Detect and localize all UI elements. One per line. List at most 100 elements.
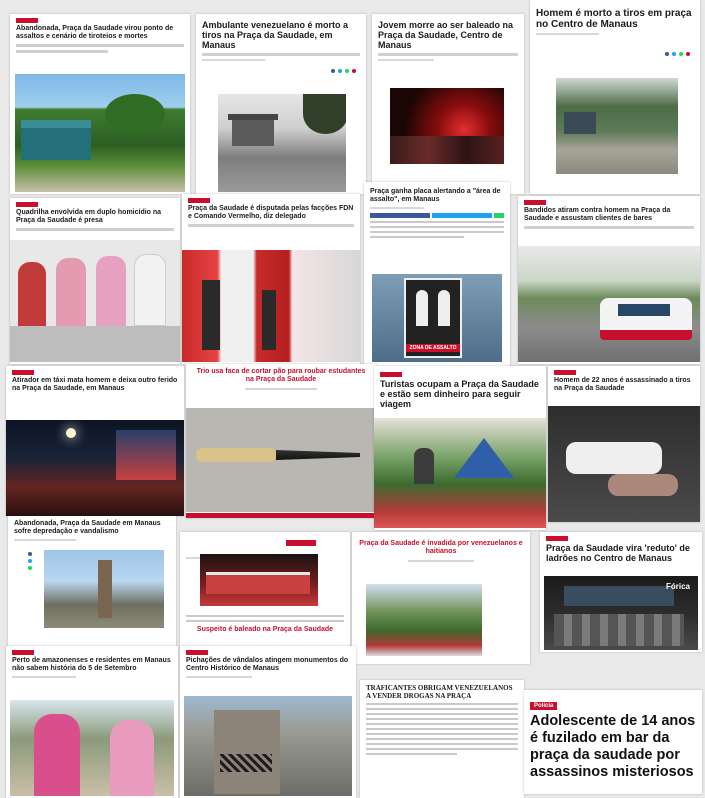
article-headline[interactable]: Ambulante venezuelano é morto a tiros na… <box>202 20 360 50</box>
article-photo <box>44 550 164 628</box>
article-meta <box>378 59 434 61</box>
article-photo <box>184 696 352 796</box>
twitter-icon[interactable] <box>28 559 32 563</box>
article-card-13[interactable]: Abandonada, Praça da Saudade em Manaus s… <box>8 516 176 646</box>
article-photo <box>182 250 360 362</box>
article-photo <box>6 420 184 516</box>
twitter-icon[interactable] <box>672 52 676 56</box>
body-line <box>366 718 518 720</box>
body-line <box>366 728 518 730</box>
whatsapp-icon[interactable] <box>679 52 683 56</box>
article-photo <box>10 700 174 796</box>
article-headline[interactable]: Praça ganha placa alertando a "área de a… <box>370 188 504 204</box>
article-headline[interactable]: Trio usa faca de cortar pão para roubar … <box>192 368 370 384</box>
facebook-icon[interactable] <box>665 52 669 56</box>
article-headline[interactable]: Bandidos atiram contra homem na Praça da… <box>524 207 694 223</box>
article-photo <box>218 94 346 192</box>
twitter-share-button[interactable] <box>432 213 492 218</box>
person-2 <box>56 258 86 326</box>
article-headline[interactable]: Homem é morto a tiros em praça no Centro… <box>536 8 694 30</box>
category-tag <box>16 202 38 207</box>
article-photo <box>186 408 376 512</box>
whatsapp-share-button[interactable] <box>494 213 504 218</box>
sign-text: ZONA DE ASSALTO <box>406 344 460 352</box>
article-headline[interactable]: Abandonada, Praça da Saudade virou ponto… <box>16 25 184 41</box>
article-card-2[interactable]: Ambulante venezuelano é morto a tiros na… <box>196 14 366 194</box>
bus-shape <box>206 572 310 594</box>
covered-body <box>566 442 662 474</box>
evidence-table <box>10 326 180 362</box>
article-card-10[interactable]: Trio usa faca de cortar pão para roubar … <box>186 364 376 518</box>
pinterest-icon[interactable] <box>352 69 356 73</box>
article-photo <box>556 78 678 174</box>
article-card-11[interactable]: Turistas ocupam a Praça da Saudade e est… <box>374 366 546 530</box>
article-card-16[interactable]: Praça da Saudade vira 'reduto' de ladrõe… <box>540 532 702 652</box>
person-3 <box>96 256 126 326</box>
article-headline[interactable]: Praça da Saudade vira 'reduto' de ladrõe… <box>546 543 696 563</box>
article-card-12[interactable]: Homem de 22 anos é assassinado a tiros n… <box>548 366 700 522</box>
article-card-7[interactable]: Praça ganha placa alertando a "área de a… <box>364 182 510 368</box>
article-headline[interactable]: Adolescente de 14 anos é fuzilado em bar… <box>530 713 696 781</box>
article-headline[interactable]: Turistas ocupam a Praça da Saudade e est… <box>380 379 540 409</box>
article-photo <box>366 584 482 656</box>
category-tag <box>16 18 38 23</box>
crowd-shape <box>554 614 684 646</box>
article-meta <box>14 539 77 541</box>
kiosk-building <box>21 120 91 160</box>
figure-icon <box>416 290 428 326</box>
article-card-14[interactable]: Suspeito é baleado na Praça da Saudade <box>180 532 350 646</box>
twitter-icon[interactable] <box>338 69 342 73</box>
article-card-19[interactable]: TRAFICANTES OBRIGAM VENEZUELANOS A VENDE… <box>360 680 524 798</box>
woman-2 <box>110 720 154 796</box>
article-card-1[interactable]: Abandonada, Praça da Saudade virou ponto… <box>10 14 190 194</box>
tent-shape <box>454 438 514 478</box>
article-subline <box>524 226 694 229</box>
article-headline[interactable]: Homem de 22 anos é assassinado a tiros n… <box>554 377 694 393</box>
article-headline[interactable]: Praça da Saudade é invadida por venezuel… <box>358 540 524 556</box>
article-card-9[interactable]: Atirador em táxi mata homem e deixa outr… <box>6 366 184 516</box>
body-line <box>366 713 518 715</box>
facebook-icon[interactable] <box>331 69 335 73</box>
article-photo <box>200 554 318 606</box>
body-line <box>366 708 518 710</box>
article-headline[interactable]: Jovem morre ao ser baleado na Praça da S… <box>378 20 518 50</box>
article-card-15[interactable]: Praça da Saudade é invadida por venezuel… <box>352 532 530 664</box>
article-card-3[interactable]: Jovem morre ao ser baleado na Praça da S… <box>372 14 524 194</box>
pinterest-icon[interactable] <box>686 52 690 56</box>
body-line <box>366 753 458 755</box>
share-bar[interactable] <box>370 213 504 218</box>
share-icons[interactable] <box>665 52 690 56</box>
article-card-6[interactable]: Praça da Saudade é disputada pelas facçõ… <box>182 194 360 364</box>
body-line <box>370 221 504 223</box>
article-headline[interactable]: Suspeito é baleado na Praça da Saudade <box>180 626 350 634</box>
car-window <box>618 304 670 316</box>
article-headline[interactable]: Quadrilha envolvida em duplo homicídio n… <box>16 209 174 225</box>
article-headline[interactable]: Abandonada, Praça da Saudade em Manaus s… <box>14 520 170 536</box>
article-card-5[interactable]: Quadrilha envolvida em duplo homicídio n… <box>10 198 180 364</box>
article-card-8[interactable]: Bandidos atiram contra homem na Praça da… <box>518 196 700 364</box>
graffiti <box>220 754 272 772</box>
whatsapp-icon[interactable] <box>28 566 32 570</box>
article-card-18[interactable]: Pichações de vândalos atingem monumentos… <box>180 646 356 798</box>
article-headline[interactable]: TRAFICANTES OBRIGAM VENEZUELANOS A VENDE… <box>366 684 518 700</box>
body-line <box>366 723 518 725</box>
article-headline[interactable]: Pichações de vândalos atingem monumentos… <box>186 657 350 673</box>
article-headline[interactable]: Praça da Saudade é disputada pelas facçõ… <box>188 205 354 221</box>
article-subline <box>16 228 174 231</box>
facebook-share-button[interactable] <box>370 213 430 218</box>
article-meta <box>536 33 600 35</box>
article-card-4[interactable]: Homem é morto a tiros em praça no Centro… <box>530 0 700 194</box>
share-icons[interactable] <box>331 69 356 73</box>
body-line <box>186 615 344 617</box>
article-card-17[interactable]: Perto de amazonenses e residentes em Man… <box>6 646 178 798</box>
article-headline[interactable]: Perto de amazonenses e residentes em Man… <box>12 657 172 673</box>
blurred-area <box>608 474 678 496</box>
article-card-20[interactable]: Polícia Adolescente de 14 anos é fuzilad… <box>524 690 702 794</box>
kiosk-body <box>232 120 274 146</box>
facebook-icon[interactable] <box>28 552 32 556</box>
share-icons-vertical[interactable] <box>28 552 32 570</box>
category-badge <box>286 540 316 546</box>
whatsapp-icon[interactable] <box>345 69 349 73</box>
article-headline[interactable]: Atirador em táxi mata homem e deixa outr… <box>12 377 178 393</box>
article-photo: Fórica <box>544 576 698 650</box>
